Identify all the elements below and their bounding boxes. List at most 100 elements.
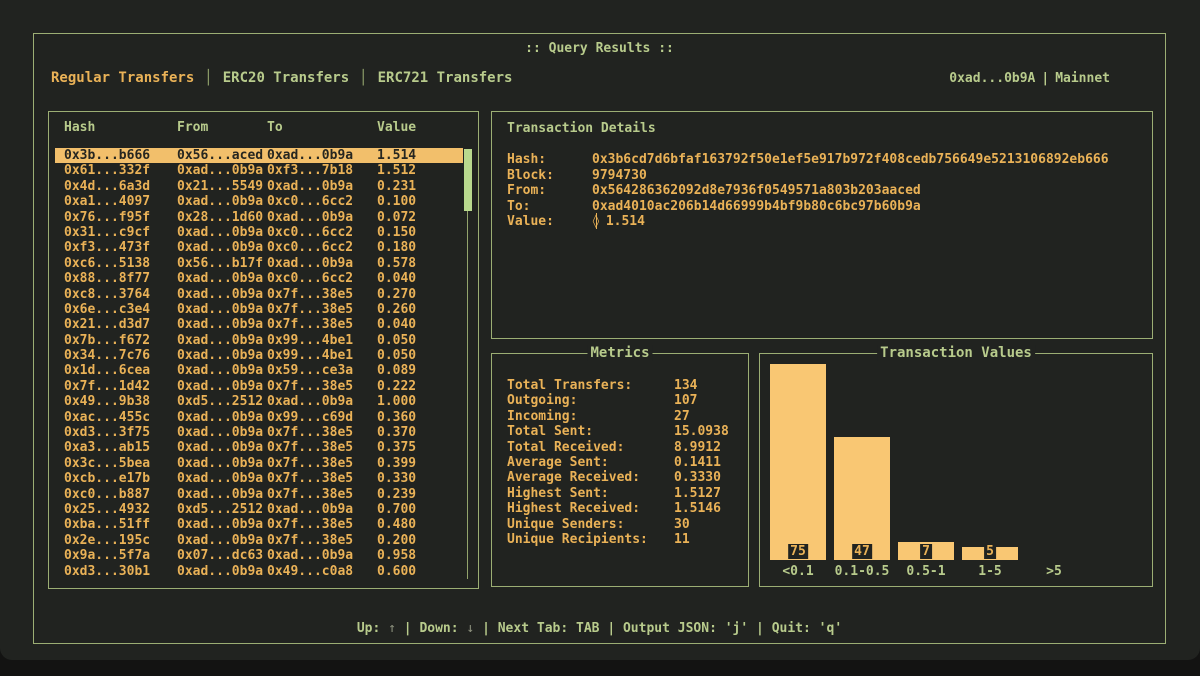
table-row[interactable]: 0xa3...ab150xad...0b9a0x7f...38e50.375 — [55, 440, 463, 455]
metric-row: Total Sent:15.0938 — [507, 424, 740, 439]
tab-erc721-transfers[interactable]: ERC721 Transfers — [378, 70, 513, 86]
table-row[interactable]: 0x25...49320xd5...25120xad...0b9a0.700 — [55, 502, 463, 517]
cell-value: 0.100 — [377, 194, 463, 209]
table-row[interactable]: 0xa1...40970xad...0b9a0xc0...6cc20.100 — [55, 194, 463, 209]
table-row[interactable]: 0x49...9b380xd5...25120xad...0b9a1.000 — [55, 394, 463, 409]
cell-hash: 0xa3...ab15 — [64, 440, 177, 455]
cell-value: 1.000 — [377, 394, 463, 409]
cell-to: 0x7f...38e5 — [267, 440, 377, 455]
detail-label: Value: — [507, 214, 592, 230]
cell-hash: 0xf3...473f — [64, 240, 177, 255]
table-row[interactable]: 0x2e...195c0xad...0b9a0x7f...38e50.200 — [55, 533, 463, 548]
cell-value: 0.040 — [377, 317, 463, 332]
transfers-panel: HashFromToValue 0x3b...b6660x56...aced0x… — [48, 111, 479, 589]
table-row[interactable]: 0xc0...b8870xad...0b9a0x7f...38e50.239 — [55, 487, 463, 502]
metric-value: 0.1411 — [674, 455, 721, 470]
cell-to: 0x7f...38e5 — [267, 533, 377, 548]
table-row[interactable]: 0xba...51ff0xad...0b9a0x7f...38e50.480 — [55, 517, 463, 532]
cell-from: 0xad...0b9a — [177, 425, 267, 440]
cell-from: 0xad...0b9a — [177, 517, 267, 532]
chart-bar-slot: 47 — [830, 364, 894, 560]
table-row[interactable]: 0xc6...51380x56...b17f0xad...0b9a0.578 — [55, 256, 463, 271]
table-row[interactable]: 0xac...455c0xad...0b9a0x99...c69d0.360 — [55, 410, 463, 425]
account-network-separator: | — [1035, 71, 1055, 86]
table-row[interactable]: 0x4d...6a3d0x21...55490xad...0b9a0.231 — [55, 179, 463, 194]
cell-from: 0xad...0b9a — [177, 302, 267, 317]
chart-bar-slot: 75 — [766, 364, 830, 560]
table-row[interactable]: 0xf3...473f0xad...0b9a0xc0...6cc20.180 — [55, 240, 463, 255]
table-row[interactable]: 0x7f...1d420xad...0b9a0x7f...38e50.222 — [55, 379, 463, 394]
cell-hash: 0x3c...5bea — [64, 456, 177, 471]
chart-bar — [834, 437, 890, 560]
cell-value: 0.375 — [377, 440, 463, 455]
metric-value: 1.5127 — [674, 486, 721, 501]
help-key: 'q' — [819, 621, 842, 636]
metric-row: Total Transfers:134 — [507, 378, 740, 393]
table-row[interactable]: 0x1d...6cea0xad...0b9a0x59...ce3a0.089 — [55, 363, 463, 378]
cell-from: 0xad...0b9a — [177, 317, 267, 332]
detail-value: ◊1.514 — [592, 214, 645, 230]
help-label: Up: — [357, 621, 388, 636]
cell-to: 0xad...0b9a — [267, 148, 377, 163]
table-row[interactable]: 0xd3...30b10xad...0b9a0x49...c0a80.600 — [55, 564, 463, 579]
chart-x-label: 0.1-0.5 — [830, 564, 894, 579]
help-key: TAB — [576, 621, 599, 636]
detail-value: 9794730 — [592, 168, 647, 184]
account-address: 0xad...0b9A — [949, 71, 1035, 86]
help-separator: | — [600, 621, 623, 636]
cell-hash: 0xac...455c — [64, 410, 177, 425]
table-row[interactable]: 0x3c...5bea0xad...0b9a0x7f...38e50.399 — [55, 456, 463, 471]
table-row[interactable]: 0xd3...3f750xad...0b9a0x7f...38e50.370 — [55, 425, 463, 440]
help-separator: | — [396, 621, 419, 636]
eth-symbol-icon: ◊ — [592, 214, 600, 230]
cell-hash: 0xa1...4097 — [64, 194, 177, 209]
metric-row: Total Received:8.9912 — [507, 440, 740, 455]
cell-hash: 0xc0...b887 — [64, 487, 177, 502]
cell-value: 0.700 — [377, 502, 463, 517]
cell-from: 0xad...0b9a — [177, 471, 267, 486]
table-row[interactable]: 0x34...7c760xad...0b9a0x99...4be10.050 — [55, 348, 463, 363]
table-row[interactable]: 0x88...8f770xad...0b9a0xc0...6cc20.040 — [55, 271, 463, 286]
table-row[interactable]: 0x3b...b6660x56...aced0xad...0b9a1.514 — [55, 148, 463, 163]
scrollbar-thumb[interactable] — [464, 149, 472, 211]
cell-value: 0.360 — [377, 410, 463, 425]
metric-value: 134 — [674, 378, 697, 393]
metric-value: 1.5146 — [674, 501, 721, 516]
tab-regular-transfers[interactable]: Regular Transfers — [51, 70, 194, 86]
detail-label: From: — [507, 183, 592, 199]
help-label: Down: — [419, 621, 466, 636]
table-row[interactable]: 0x61...332f0xad...0b9a0xf3...7b181.512 — [55, 163, 463, 178]
table-row[interactable]: 0x6e...c3e40xad...0b9a0x7f...38e50.260 — [55, 302, 463, 317]
table-row[interactable]: 0x31...c9cf0xad...0b9a0xc0...6cc20.150 — [55, 225, 463, 240]
cell-hash: 0x4d...6a3d — [64, 179, 177, 194]
cell-value: 1.512 — [377, 163, 463, 178]
metric-label: Average Sent: — [507, 455, 674, 470]
cell-to: 0xc0...6cc2 — [267, 194, 377, 209]
transfers-table-body[interactable]: 0x3b...b6660x56...aced0xad...0b9a1.5140x… — [55, 148, 463, 579]
cell-value: 0.150 — [377, 225, 463, 240]
tab-erc20-transfers[interactable]: ERC20 Transfers — [223, 70, 349, 86]
table-row[interactable]: 0x21...d3d70xad...0b9a0x7f...38e50.040 — [55, 317, 463, 332]
cell-value: 0.050 — [377, 333, 463, 348]
table-row[interactable]: 0xc8...37640xad...0b9a0x7f...38e50.270 — [55, 287, 463, 302]
cell-to: 0x7f...38e5 — [267, 379, 377, 394]
cell-hash: 0x49...9b38 — [64, 394, 177, 409]
cell-hash: 0xd3...3f75 — [64, 425, 177, 440]
metric-label: Total Transfers: — [507, 378, 674, 393]
table-row[interactable]: 0x7b...f6720xad...0b9a0x99...4be10.050 — [55, 333, 463, 348]
help-key: 'j' — [725, 621, 748, 636]
cell-to: 0xad...0b9a — [267, 256, 377, 271]
metrics-list: Total Transfers:134Outgoing:107Incoming:… — [507, 378, 740, 547]
cell-from: 0xad...0b9a — [177, 333, 267, 348]
table-row[interactable]: 0x76...f95f0x28...1d600xad...0b9a0.072 — [55, 210, 463, 225]
cell-from: 0x07...dc63 — [177, 548, 267, 563]
metric-row: Unique Senders:30 — [507, 517, 740, 532]
cell-value: 0.089 — [377, 363, 463, 378]
cell-value: 0.480 — [377, 517, 463, 532]
cell-to: 0xc0...6cc2 — [267, 271, 377, 286]
detail-field: Hash:0x3b6cd7d6bfaf163792f50e1ef5e917b97… — [507, 152, 1142, 168]
cell-hash: 0xba...51ff — [64, 517, 177, 532]
table-row[interactable]: 0xcb...e17b0xad...0b9a0x7f...38e50.330 — [55, 471, 463, 486]
scrollbar[interactable] — [464, 149, 472, 579]
table-row[interactable]: 0x9a...5f7a0x07...dc630xad...0b9a0.958 — [55, 548, 463, 563]
